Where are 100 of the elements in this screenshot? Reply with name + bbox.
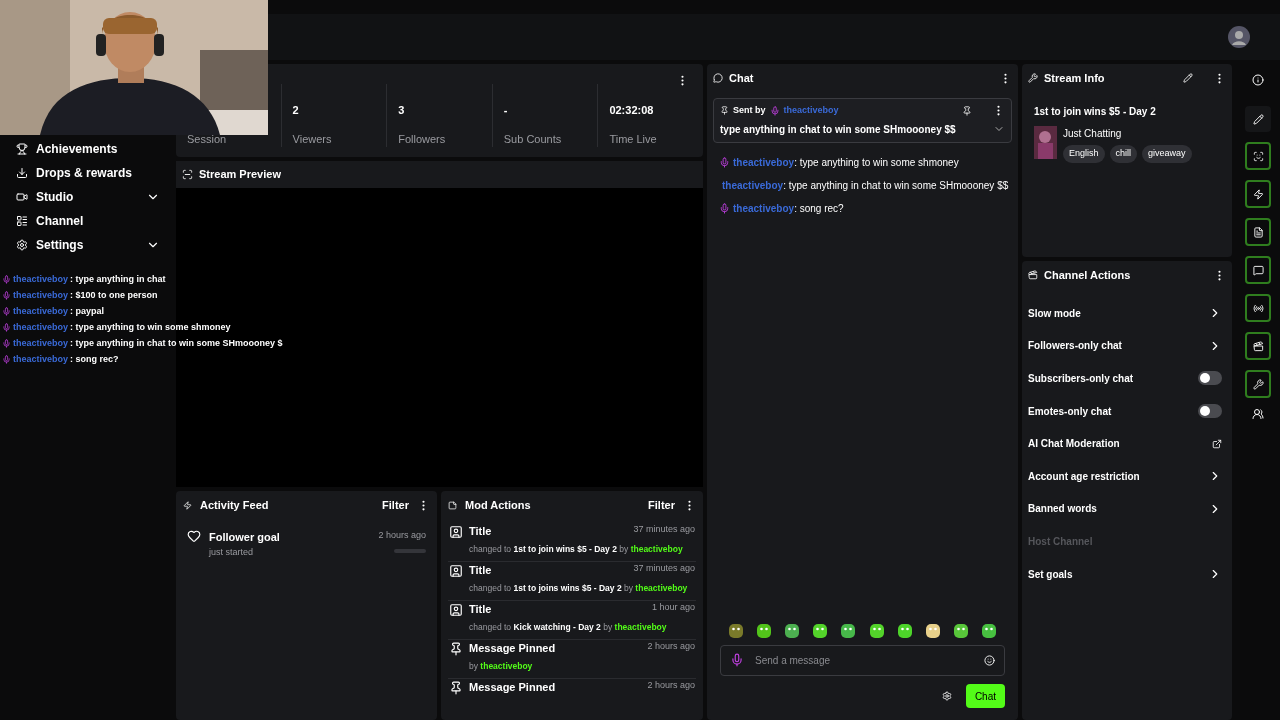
overlay-chat-message: theactiveboy : song rec?: [2, 353, 119, 366]
stat-value: 2: [292, 103, 300, 118]
microphone-icon: [2, 307, 11, 316]
category-name: Just Chatting: [1063, 127, 1123, 141]
overlay-chat-message: theactiveboy : paypal: [2, 305, 105, 318]
channel-action-row[interactable]: Followers-only chat: [1028, 329, 1226, 363]
lightning-icon: [183, 500, 192, 510]
avatar-icon[interactable]: [1228, 26, 1250, 48]
rail-button[interactable]: [1245, 256, 1271, 284]
note-icon: [448, 500, 457, 510]
mod-action-detail: changed to 1st to join wins $5 - Day 2 by theactiveboy: [469, 542, 684, 556]
mod-action-detail: changed to 1st to joins wins $5 - Day 2 by theactiveboy: [469, 581, 689, 595]
sidebar-item[interactable]: Studio: [16, 187, 160, 207]
emote-icon[interactable]: [924, 623, 941, 639]
info-icon[interactable]: [1252, 74, 1264, 86]
emote-icon[interactable]: [952, 623, 969, 639]
mod-action-title: Title: [469, 563, 492, 578]
emoji-icon[interactable]: [984, 655, 995, 666]
overlay-chat-message: theactiveboy : type anything in chat: [2, 273, 166, 286]
channel-action-row[interactable]: Subscribers-only chat: [1028, 362, 1226, 395]
stat-label: Time Live: [609, 131, 658, 147]
pin-icon: [449, 681, 463, 695]
user-card-icon: [449, 564, 463, 578]
rail-button[interactable]: [1245, 218, 1271, 246]
preview-icon: [182, 169, 193, 180]
edit-button[interactable]: [1245, 106, 1271, 132]
mod-action-time: 1 hour ago: [651, 601, 695, 614]
pinned-text: type anything in chat to win some SHmoooney $$: [720, 122, 957, 137]
chat-message: theactiveboy: type anything to win some shmoney: [719, 154, 1006, 170]
wrench-icon: [1028, 73, 1038, 83]
loading-bar: [394, 548, 426, 553]
channel-action-row[interactable]: AI Chat Moderation: [1028, 427, 1226, 460]
filter-button[interactable]: Filter: [648, 496, 675, 514]
mod-action-time: 37 minutes ago: [633, 562, 695, 575]
rail-button[interactable]: [1245, 180, 1271, 208]
channel-action-row[interactable]: Slow mode: [1028, 297, 1226, 330]
sidebar-item[interactable]: Settings: [16, 235, 160, 255]
overlay-chat-message: theactiveboy : type anything in chat to win some SHmoooney $: [2, 337, 283, 350]
stream-title: 1st to join wins $5 - Day 2: [1034, 106, 1156, 117]
stat-value: 02:32:08: [609, 103, 655, 118]
microphone-icon: [719, 202, 730, 214]
toggle-switch[interactable]: [1198, 404, 1222, 419]
message-input[interactable]: Send a message: [720, 645, 1005, 676]
chat-icon: [1252, 264, 1264, 276]
emote-icon[interactable]: [868, 623, 885, 639]
scan-icon: [1252, 150, 1264, 162]
activity-title: Follower goal: [209, 530, 281, 545]
mod-action-detail: by theactiveboy: [469, 659, 534, 673]
mod-action-time: 2 hours ago: [647, 679, 695, 692]
sidebar-item[interactable]: Achievements: [16, 139, 160, 159]
panel-title: Activity Feed: [200, 497, 270, 513]
tag[interactable]: chill: [1109, 145, 1138, 163]
wrench-icon: [1252, 378, 1264, 390]
emote-icon[interactable]: [981, 623, 997, 639]
mod-action-title: Title: [469, 524, 492, 539]
chat-username: theactiveboy: [783, 104, 840, 117]
toggle-switch[interactable]: [1198, 371, 1222, 386]
chat-message: theactiveboy: song rec?: [719, 200, 1006, 216]
heart-icon: [187, 529, 201, 543]
activity-subtitle: just started: [209, 545, 255, 559]
emote-icon[interactable]: [812, 623, 829, 639]
mod-action-time: 2 hours ago: [647, 640, 695, 653]
rail-button[interactable]: [1245, 294, 1271, 322]
mod-action-time: 37 minutes ago: [633, 523, 695, 536]
settings-icon[interactable]: [941, 691, 952, 701]
rail-button[interactable]: [1245, 142, 1271, 170]
emote-icon[interactable]: [896, 623, 913, 639]
sidebar-item[interactable]: Drops & rewards: [16, 163, 160, 183]
overlay-chat-message: theactiveboy : type anything to win some shmoney: [2, 321, 231, 334]
mod-action-title: Message Pinned: [469, 641, 556, 656]
chat-message: theactiveboy: type anything in chat to win some SHmoooney $$: [719, 177, 1006, 193]
emote-icon[interactable]: [840, 623, 857, 639]
rail-button[interactable]: [1245, 370, 1271, 398]
filter-button[interactable]: Filter: [382, 496, 409, 514]
community-icon[interactable]: [1252, 408, 1264, 420]
tag[interactable]: giveaway: [1142, 145, 1192, 163]
channel-action-row[interactable]: Account age restriction: [1028, 459, 1226, 493]
microphone-icon: [730, 653, 744, 667]
channel-action-row[interactable]: Set goals: [1028, 557, 1226, 591]
channel-action-row[interactable]: Emotes-only chat: [1028, 394, 1226, 428]
pencil-icon: [1252, 113, 1264, 125]
panel-title: Stream Info: [1044, 70, 1106, 86]
chat-send-button[interactable]: Chat: [965, 684, 1005, 708]
emote-icon[interactable]: [728, 623, 744, 639]
sidebar-item[interactable]: Channel: [16, 211, 160, 231]
emote-icon[interactable]: [784, 623, 801, 639]
edit-icon[interactable]: [1183, 73, 1193, 83]
pin-icon[interactable]: [962, 105, 972, 116]
channel-action-row[interactable]: Banned words: [1028, 492, 1226, 526]
mod-action-title: Message Pinned: [469, 680, 556, 695]
tag[interactable]: English: [1063, 145, 1105, 163]
stat-label: Session: [187, 131, 228, 147]
overlay-chat-message: theactiveboy : $100 to one person: [2, 289, 158, 302]
pinned-label: Sent by: [733, 104, 766, 117]
rail-button[interactable]: [1245, 332, 1271, 360]
mod-action-detail: changed to Kick watching - Day 2 by theactiveboy: [469, 620, 668, 634]
microphone-icon: [2, 275, 11, 284]
channel-action-row-text: Host Channel: [1028, 534, 1094, 549]
emote-icon[interactable]: [756, 623, 773, 639]
microphone-icon: [2, 355, 11, 364]
